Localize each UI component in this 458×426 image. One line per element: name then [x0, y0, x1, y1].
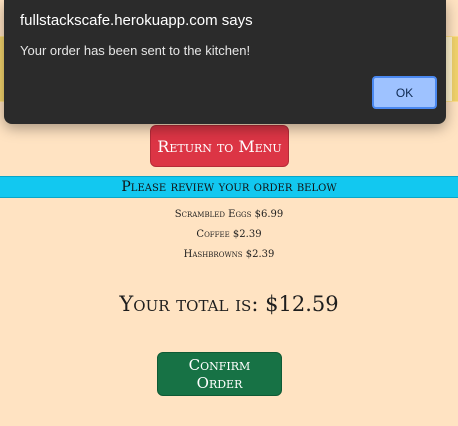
- alert-right-edge: [452, 37, 458, 101]
- total-amount: $12.59: [265, 292, 339, 316]
- dialog-title: fullstackscafe.herokuapp.com says: [20, 12, 253, 29]
- confirm-order-button[interactable]: Confirm Order: [157, 352, 282, 396]
- total-label: Your total is:: [119, 292, 259, 316]
- dialog-ok-button[interactable]: OK: [372, 76, 437, 109]
- return-to-menu-button[interactable]: Return to Menu: [150, 125, 289, 167]
- browser-alert-dialog: fullstackscafe.herokuapp.com says Your o…: [4, 0, 446, 124]
- order-item: Scrambled Eggs $6.99: [174, 209, 284, 220]
- review-heading-bar: Please review your order below: [0, 176, 458, 198]
- order-item: Coffee $2.39: [196, 229, 262, 240]
- order-item: Hashbrowns $2.39: [183, 249, 275, 260]
- review-heading: Please review your order below: [121, 179, 337, 195]
- dialog-message: Your order has been sent to the kitchen!: [20, 43, 251, 58]
- order-items-list: Scrambled Eggs $6.99 Coffee $2.39 Hashbr…: [0, 205, 458, 265]
- order-total: Your total is: $12.59: [0, 292, 458, 316]
